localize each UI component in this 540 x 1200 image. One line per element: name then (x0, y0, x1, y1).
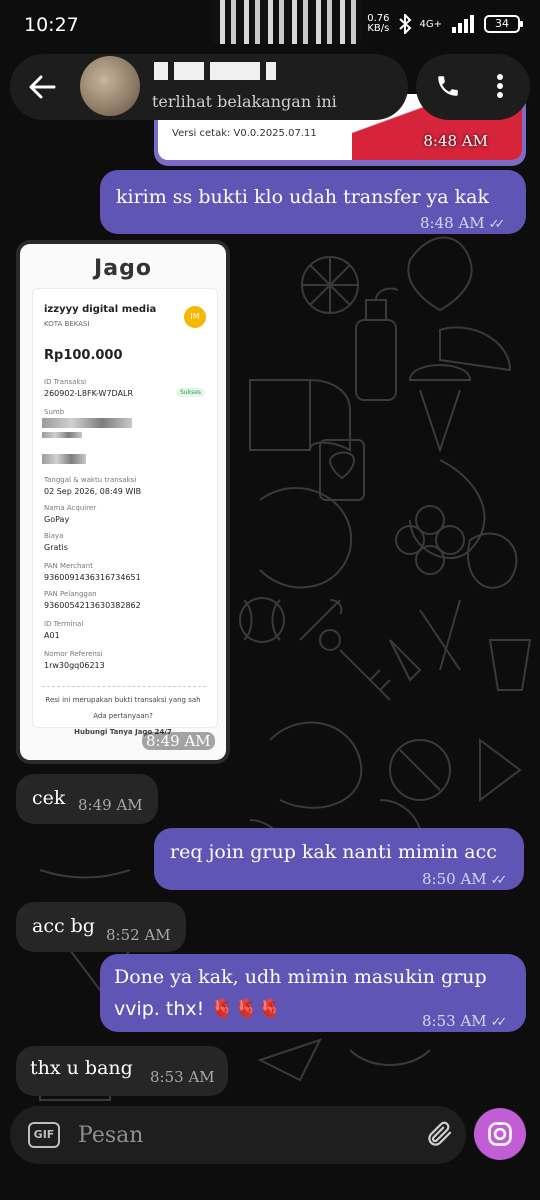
message-input[interactable] (78, 1118, 398, 1152)
ref: 1rw30gq06213 (44, 661, 105, 670)
message-outgoing[interactable]: kirim ss bukti klo udah transfer ya kak … (100, 170, 526, 234)
back-arrow-icon (29, 75, 56, 99)
camera-button[interactable] (474, 1108, 526, 1160)
status-time: 10:27 (24, 14, 79, 36)
redaction-block (266, 62, 276, 80)
message-time: 8:50 AM ✓✓ (422, 864, 508, 896)
receipt-city: KOTA BEKASI (44, 320, 90, 328)
acquirer-label: Nama Acquirer (44, 504, 97, 512)
qr-code-peek (212, 0, 362, 44)
redaction-block (174, 62, 204, 80)
back-button[interactable] (14, 59, 70, 115)
net-speed: 0.76 KB/s (367, 14, 389, 34)
status-icons: 0.76 KB/s 4G+ 34 (367, 14, 523, 34)
status-badge: Sukses (176, 388, 206, 397)
battery-indicator: 34 (484, 15, 523, 33)
pan-merchant-label: PAN Merchant (44, 562, 93, 570)
message-time: 8:49 AM (78, 796, 143, 814)
message-time: 8:53 AM (150, 1068, 215, 1086)
pan-customer: 9360054213630382862 (44, 601, 141, 610)
redacted-source (42, 454, 86, 464)
receipt-footer-note: Resi ini merupakan bukti transaksi yang … (45, 696, 201, 704)
receipt-merchant: izzyyy digital media (44, 304, 157, 315)
receipt-image[interactable]: Jago izzyyy digital media KOTA BEKASI IM… (20, 244, 226, 760)
message-text: acc bg (32, 915, 95, 937)
message-text: vvip. thx! 🫀🫀🫀 (114, 998, 282, 1020)
message-text: cek (32, 787, 66, 809)
redaction-block (154, 62, 168, 80)
message-incoming[interactable]: acc bg 8:52 AM (16, 902, 186, 952)
double-check-icon: ✓✓ (490, 873, 508, 888)
message-time-text: 8:53 AM (422, 1012, 487, 1030)
bluetooth-icon (398, 14, 411, 34)
redacted-source (42, 418, 132, 428)
jago-logo: Jago (94, 256, 152, 281)
more-vert-icon (497, 74, 503, 98)
pan-merchant: 9360091436316734651 (44, 573, 141, 582)
fee: Gratis (44, 543, 68, 552)
message-text: req join grup kak nanti mimin acc (170, 841, 497, 863)
last-seen-status: terlihat belakangan ini (152, 92, 337, 111)
fee-label: Biaya (44, 532, 64, 540)
voice-call-button[interactable] (426, 64, 470, 108)
contact-name-redacted[interactable] (154, 62, 394, 82)
net-speed-unit: KB/s (367, 23, 390, 34)
acquirer: GoPay (44, 515, 70, 524)
signal-icon (452, 15, 474, 33)
tx-id-label: ID Transaksi (44, 378, 87, 386)
message-incoming[interactable]: cek 8:49 AM (16, 774, 158, 824)
datetime-label: Tanggal & waktu transaksi (44, 476, 137, 484)
message-time: 8:53 AM ✓✓ (422, 1006, 508, 1038)
redacted-source (42, 432, 82, 438)
message-time-text: 8:50 AM (422, 870, 487, 888)
more-options-button[interactable] (478, 64, 522, 108)
message-outgoing[interactable]: req join grup kak nanti mimin acc 8:50 A… (154, 828, 524, 890)
message-text: Done ya kak, udh mimin masukin grup (114, 966, 487, 988)
message-incoming[interactable]: thx u bang 8:53 AM (16, 1046, 228, 1096)
redaction-block (210, 62, 260, 80)
merchant-badge: IM (184, 306, 206, 328)
message-outgoing[interactable]: Done ya kak, udh mimin masukin grup vvip… (100, 954, 526, 1032)
double-check-icon: ✓✓ (488, 217, 506, 232)
image-message-time: 8:49 AM (142, 732, 215, 750)
contact-avatar[interactable] (80, 56, 140, 116)
datetime: 02 Sep 2026, 08:49 WIB (44, 487, 142, 496)
receipt-divider (42, 686, 206, 687)
receipt-footer-question: Ada pertanyaan? (93, 712, 153, 720)
previous-image-time: 8:48 AM (423, 132, 488, 150)
ref-label: Nomor Referensi (44, 650, 103, 658)
tx-id: 260902-L8FK-W7DALR (44, 389, 134, 398)
receipt-amount: Rp100.000 (44, 348, 123, 363)
terminal-label: ID Terminal (44, 620, 84, 628)
terminal: A01 (44, 631, 60, 640)
message-time: 8:48 AM ✓✓ (420, 208, 506, 240)
double-check-icon: ✓✓ (490, 1015, 508, 1030)
message-time: 8:52 AM (106, 926, 171, 944)
attach-button[interactable] (420, 1114, 460, 1154)
message-text: thx u bang (30, 1057, 133, 1079)
camera-icon (488, 1122, 512, 1146)
print-version-text: Versi cetak: V0.0.2025.07.11 (172, 128, 317, 139)
network-type: 4G+ (419, 18, 443, 30)
status-bar: 10:27 0.76 KB/s 4G+ 34 (0, 0, 540, 52)
phone-icon (438, 76, 458, 96)
message-time-text: 8:48 AM (420, 214, 485, 232)
source-label: Sumb (44, 408, 65, 416)
pan-customer-label: PAN Pelanggan (44, 590, 97, 598)
gif-icon[interactable]: GIF (28, 1122, 60, 1148)
paperclip-icon (428, 1121, 452, 1146)
